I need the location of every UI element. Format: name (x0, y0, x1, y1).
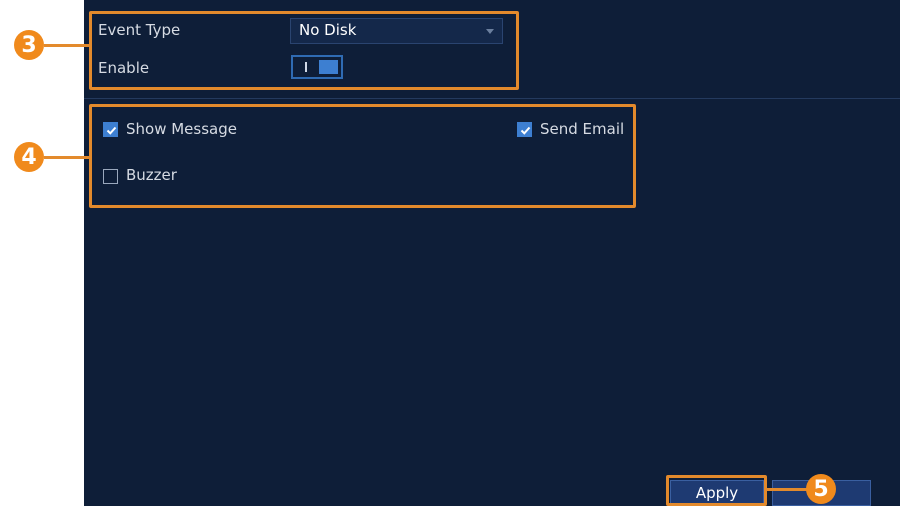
callout-3-badge: 3 (14, 30, 44, 60)
enable-label: Enable (98, 59, 150, 77)
send-email-label: Send Email (540, 120, 625, 138)
toggle-on-mark-icon (305, 62, 307, 72)
show-message-checkbox[interactable] (103, 122, 118, 137)
event-type-select[interactable]: No Disk (290, 18, 503, 44)
check-icon (520, 126, 531, 135)
settings-panel (84, 0, 900, 506)
apply-button[interactable]: Apply (670, 480, 764, 506)
screen: Event Type No Disk Enable Show Message S… (0, 0, 900, 506)
show-message-label: Show Message (126, 120, 237, 138)
buzzer-label: Buzzer (126, 166, 177, 184)
check-icon (106, 126, 117, 135)
section-divider (84, 98, 900, 99)
enable-toggle[interactable] (291, 55, 343, 79)
dropdown-arrow-icon (486, 29, 494, 34)
callout-3-leader (44, 44, 91, 47)
event-type-value: No Disk (299, 21, 357, 39)
callout-4-badge: 4 (14, 142, 44, 172)
buzzer-checkbox[interactable] (103, 169, 118, 184)
send-email-checkbox[interactable] (517, 122, 532, 137)
callout-5-leader (765, 488, 809, 491)
toggle-knob (319, 60, 338, 74)
event-type-label: Event Type (98, 21, 181, 39)
callout-4-leader (44, 156, 91, 159)
callout-5-badge: 5 (806, 474, 836, 504)
